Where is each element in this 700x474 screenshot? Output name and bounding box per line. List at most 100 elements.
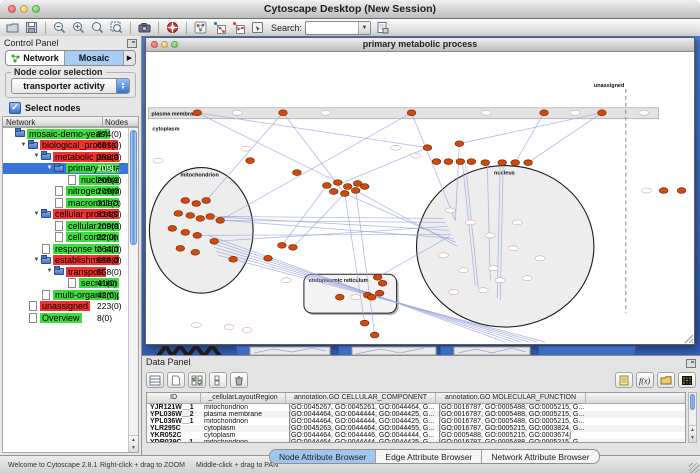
vizmapper-icon[interactable] bbox=[193, 20, 208, 35]
float-panel-icon[interactable] bbox=[127, 39, 137, 48]
snapshot-icon[interactable] bbox=[137, 20, 152, 35]
float-panel-icon[interactable] bbox=[686, 359, 696, 368]
scroll-up-icon[interactable]: ▲ bbox=[690, 427, 695, 433]
table-row[interactable]: YLR295Ccytoplasm[GO:0045263, GO:0044464,… bbox=[147, 425, 685, 432]
network-node[interactable] bbox=[193, 110, 202, 116]
network-node[interactable] bbox=[456, 159, 465, 165]
tree-row[interactable]: cellular metabo209(0) bbox=[3, 220, 138, 232]
tree-row[interactable]: cell communicat22(0) bbox=[3, 232, 138, 244]
network-node[interactable] bbox=[192, 201, 201, 207]
network-node[interactable] bbox=[191, 249, 200, 255]
network-node[interactable] bbox=[367, 294, 376, 300]
expander-icon[interactable]: ▼ bbox=[32, 151, 41, 162]
attribute-table[interactable]: ID_cellularLayoutRegionannotation.GO CEL… bbox=[146, 392, 686, 443]
tab-network-attribute-browser[interactable]: Network Attribute Browser bbox=[482, 450, 598, 463]
tab-network[interactable]: Network bbox=[6, 51, 65, 65]
expander-icon[interactable]: ▼ bbox=[19, 140, 28, 151]
more-tabs-arrow-icon[interactable]: ▶ bbox=[124, 51, 135, 65]
tree-row[interactable]: Overview8(0) bbox=[3, 312, 138, 324]
column-header[interactable]: annotation.GO MOLECULAR_FUNCTION bbox=[436, 393, 586, 403]
open-icon[interactable] bbox=[5, 20, 20, 35]
session-note-icon[interactable] bbox=[375, 20, 390, 35]
table-row[interactable]: YJR121W__1mitochondrion[GO:0045267, GO:0… bbox=[147, 404, 685, 411]
network-node[interactable] bbox=[246, 158, 255, 164]
network-node[interactable] bbox=[279, 110, 288, 116]
network-node[interactable] bbox=[196, 216, 205, 222]
network-node[interactable] bbox=[176, 245, 185, 251]
tab-edge-attribute-browser[interactable]: Edge Attribute Browser bbox=[376, 450, 482, 463]
function-builder-icon[interactable]: f(x) bbox=[636, 372, 654, 388]
zoom-view-icon[interactable] bbox=[171, 41, 178, 48]
network-node[interactable] bbox=[323, 183, 332, 189]
network-node[interactable] bbox=[229, 256, 238, 262]
network-node[interactable] bbox=[343, 184, 352, 190]
network-node[interactable] bbox=[335, 294, 344, 300]
tree-item-label[interactable]: Overview bbox=[40, 313, 82, 323]
network-node[interactable] bbox=[540, 110, 549, 116]
tree-scrollbar-thumb[interactable] bbox=[130, 130, 137, 245]
tree-scrollbar-buttons[interactable]: ▲▼ bbox=[129, 435, 138, 452]
tree-row[interactable]: ▼establishment of lo558(0) bbox=[3, 255, 138, 267]
tree-row[interactable]: ▼biological_process651(0) bbox=[3, 140, 138, 152]
network-node[interactable] bbox=[423, 145, 432, 151]
view-resize-grip[interactable] bbox=[684, 334, 694, 344]
network-node[interactable] bbox=[186, 213, 195, 219]
network-view-titlebar[interactable]: primary metabolic process bbox=[146, 38, 694, 52]
matrix-icon[interactable] bbox=[678, 372, 696, 388]
expander-icon[interactable]: ▼ bbox=[45, 266, 54, 277]
table-scrollbar[interactable]: ▲▼ bbox=[688, 392, 697, 443]
scroll-down-icon[interactable]: ▼ bbox=[690, 435, 695, 441]
zoom-selected-icon[interactable] bbox=[109, 20, 124, 35]
expander-icon[interactable]: ▼ bbox=[32, 209, 41, 220]
network-node[interactable] bbox=[340, 191, 349, 197]
network-node[interactable] bbox=[351, 188, 360, 194]
network-node[interactable] bbox=[467, 159, 476, 165]
network-node[interactable] bbox=[264, 255, 273, 261]
network-node[interactable] bbox=[330, 189, 339, 195]
minimize-window-icon[interactable] bbox=[20, 5, 28, 13]
expander-icon[interactable]: ▼ bbox=[45, 163, 54, 174]
tree-row[interactable]: nitrogen compo209(0) bbox=[3, 186, 138, 198]
annotation-tools-icon[interactable] bbox=[231, 20, 246, 35]
tree-row[interactable]: response to stimulu264(0) bbox=[3, 243, 138, 255]
minimize-view-icon[interactable] bbox=[161, 41, 168, 48]
nodes-column-header[interactable]: Nodes bbox=[103, 117, 138, 126]
node-color-dropdown[interactable]: transporter activity ▲▼ bbox=[11, 78, 130, 94]
tree-row[interactable]: secretion41(0) bbox=[3, 278, 138, 290]
network-node[interactable] bbox=[444, 159, 453, 165]
network-node[interactable] bbox=[210, 238, 219, 244]
network-node[interactable] bbox=[193, 232, 202, 238]
network-node[interactable] bbox=[498, 160, 507, 166]
select-attributes-icon[interactable] bbox=[188, 372, 206, 388]
network-node[interactable] bbox=[174, 211, 183, 217]
network-node[interactable] bbox=[524, 160, 533, 166]
network-node[interactable] bbox=[455, 141, 464, 147]
search-input[interactable]: ▼ bbox=[305, 21, 371, 35]
tree-item-label[interactable]: unassigned bbox=[40, 301, 90, 311]
network-node[interactable] bbox=[289, 244, 298, 250]
network-node[interactable] bbox=[370, 332, 379, 338]
titlebar[interactable]: Cytoscape Desktop (New Session) bbox=[0, 0, 700, 19]
tree-row[interactable]: macromolecule311(0) bbox=[3, 197, 138, 209]
scroll-down-icon[interactable]: ▼ bbox=[131, 445, 136, 451]
tree-row[interactable]: ▼primary metabo209(... bbox=[3, 163, 138, 175]
column-header[interactable]: annotation.GO CELLULAR_COMPONENT bbox=[286, 393, 436, 403]
table-scrollbar-thumb[interactable] bbox=[690, 394, 695, 410]
network-view-window[interactable]: primary metabolic process plasma membran… bbox=[145, 37, 695, 345]
tab-mosaic[interactable]: Mosaic bbox=[65, 51, 124, 65]
close-window-icon[interactable] bbox=[8, 5, 16, 13]
tree-scrollbar[interactable]: ▲▼ bbox=[128, 128, 138, 452]
network-node[interactable] bbox=[407, 110, 416, 116]
network-node[interactable] bbox=[677, 188, 686, 194]
network-node[interactable] bbox=[168, 226, 177, 232]
layout-tool-icon[interactable] bbox=[250, 20, 265, 35]
network-node[interactable] bbox=[481, 160, 490, 166]
network-node[interactable] bbox=[278, 242, 287, 248]
zoom-out-icon[interactable] bbox=[52, 20, 67, 35]
unselect-attributes-icon[interactable] bbox=[209, 372, 227, 388]
close-view-icon[interactable] bbox=[151, 41, 158, 48]
network-node[interactable] bbox=[181, 229, 190, 235]
network-node[interactable] bbox=[206, 214, 215, 220]
chevron-down-icon[interactable]: ▼ bbox=[358, 22, 370, 34]
tree-row[interactable]: ▼metabolic process280(0) bbox=[3, 151, 138, 163]
